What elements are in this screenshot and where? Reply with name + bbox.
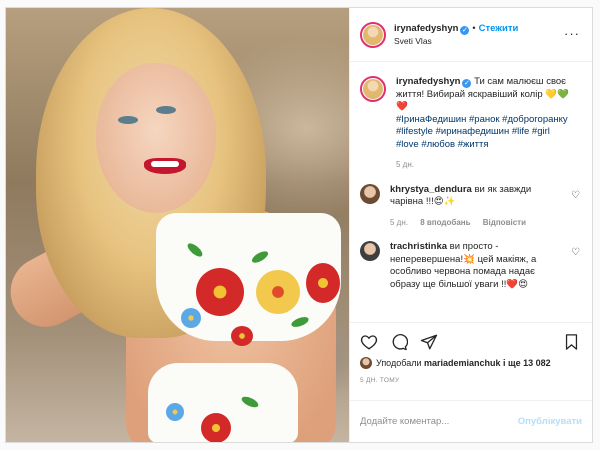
add-comment-bar: Додайте коментар... Опублікувати — [350, 400, 592, 442]
liker-username[interactable]: mariademianchuk — [424, 358, 501, 368]
verified-icon: ✓ — [462, 79, 472, 88]
post-sidebar: irynafedyshyn ✓ • Стежити Sveti Vlas ··· ir… — [349, 8, 592, 442]
share-icon[interactable] — [420, 333, 438, 351]
post-time[interactable]: 5 ДН. ТОМУ — [360, 377, 582, 384]
likes-count[interactable]: і ще 13 082 — [503, 358, 551, 368]
comment-heart-icon[interactable]: ♡ — [571, 247, 580, 258]
bookmark-icon[interactable] — [563, 333, 580, 351]
follow-button[interactable]: Стежити — [479, 23, 519, 34]
instagram-post: irynafedyshyn ✓ • Стежити Sveti Vlas ··· ir… — [5, 7, 593, 443]
post-photo[interactable] — [6, 8, 349, 442]
comment-time[interactable]: 5 дн. — [390, 218, 408, 227]
caption-time[interactable]: 5 дн. — [396, 160, 414, 169]
comment-likes[interactable]: 8 вподобань — [420, 218, 470, 227]
comment-icon[interactable] — [390, 333, 408, 351]
heart-icon[interactable] — [360, 333, 378, 351]
comment-username[interactable]: khrystya_dendura — [390, 184, 472, 195]
caption-avatar[interactable] — [360, 76, 386, 102]
more-icon[interactable]: ··· — [564, 27, 580, 40]
author-avatar[interactable] — [360, 21, 386, 48]
post-header: irynafedyshyn ✓ • Стежити Sveti Vlas ··· — [350, 8, 592, 62]
comment-item: khrystya_dendura ви як завжди чарівна !!… — [360, 183, 582, 230]
comment-item: trachristinka ви просто - неперевершена!… — [360, 241, 582, 291]
comment-input[interactable]: Додайте коментар... — [360, 416, 518, 427]
liker-avatar[interactable] — [360, 357, 372, 369]
location-link[interactable]: Sveti Vlas — [394, 35, 518, 47]
reply-button[interactable]: Відповісти — [483, 218, 526, 227]
caption-username[interactable]: irynafedyshyn — [396, 76, 460, 87]
verified-icon: ✓ — [460, 26, 470, 35]
commenter-avatar[interactable] — [360, 183, 380, 204]
caption-hashtags[interactable]: #ІринаФедишин #ранок #доброгоранку #life… — [396, 114, 571, 152]
action-bar: Уподобали mariademianchuk і ще 13 082 5 … — [350, 322, 592, 400]
comment-username[interactable]: trachristinka — [390, 241, 447, 252]
caption: irynafedyshyn ✓ Ти сам малюєш своє життя!… — [360, 76, 582, 172]
publish-button[interactable]: Опублікувати — [518, 416, 582, 427]
author-username[interactable]: irynafedyshyn — [394, 23, 458, 34]
comments-section: irynafedyshyn ✓ Ти сам малюєш своє життя!… — [350, 62, 592, 322]
likes-summary: Уподобали mariademianchuk і ще 13 082 — [360, 357, 582, 369]
commenter-avatar[interactable] — [360, 241, 380, 261]
comment-heart-icon[interactable]: ♡ — [571, 190, 580, 201]
